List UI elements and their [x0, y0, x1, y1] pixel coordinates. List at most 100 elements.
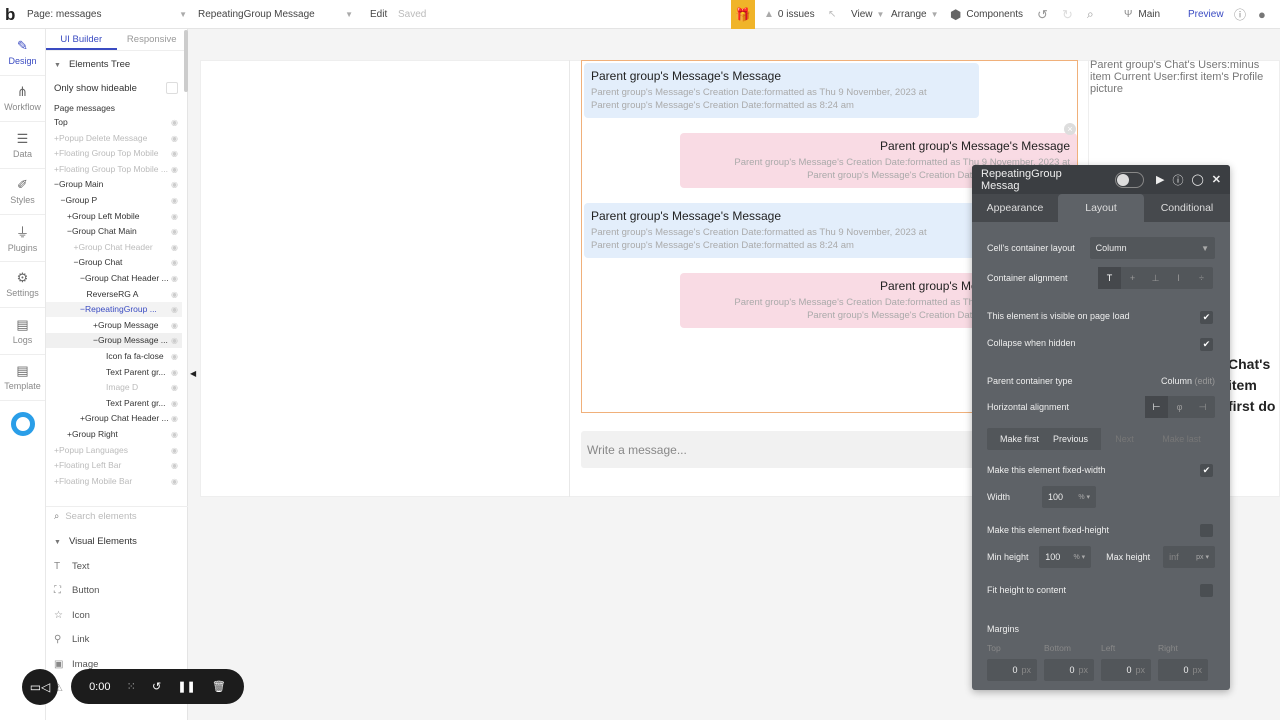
trash-icon[interactable]: 🗑 — [212, 680, 226, 693]
close-icon[interactable]: ✕ — [1212, 173, 1221, 186]
tree-item[interactable]: +Popup Delete Message ◉ — [46, 131, 182, 146]
align-hcenter-icon[interactable]: φ — [1168, 402, 1191, 412]
tree-item[interactable]: −Group Chat ◉ — [46, 255, 182, 270]
tab-conditional[interactable]: Conditional — [1144, 194, 1230, 222]
message-input[interactable]: Write a message... — [581, 431, 981, 468]
eye-icon[interactable]: ◉ — [171, 396, 178, 411]
tree-item[interactable]: +Group Message ◉ — [46, 318, 182, 333]
visual-element-button[interactable]: ⛶ Button — [46, 579, 188, 604]
min-height-input[interactable]: 100 % ▾ — [1039, 546, 1092, 568]
rail-workflow[interactable]: ⋔ Workflow — [0, 76, 45, 122]
rail-settings[interactable]: ⚙ Settings — [0, 262, 45, 308]
view-menu[interactable]: View ▼ — [851, 0, 884, 29]
tree-item[interactable]: +Group Left Mobile ◉ — [46, 209, 182, 224]
make-last-button[interactable]: Make last — [1162, 434, 1201, 444]
tree-item[interactable]: Text Parent gr... ◉ — [46, 365, 182, 380]
tree-item[interactable]: Image D ◉ — [46, 380, 182, 395]
tab-ui-builder[interactable]: UI Builder — [46, 29, 117, 50]
undo-icon[interactable]: ↺ — [1037, 0, 1048, 29]
eye-icon[interactable]: ◉ — [171, 443, 178, 458]
margin-input-top[interactable]: 0 px — [987, 659, 1037, 681]
eye-icon[interactable]: ◉ — [171, 209, 178, 224]
app-logo[interactable] — [0, 401, 45, 448]
tree-item[interactable]: +Group Chat Header ... ◉ — [46, 411, 182, 426]
tree-item[interactable]: −Group P ◉ — [46, 193, 182, 208]
gift-icon[interactable]: 🎁 — [731, 0, 755, 29]
eye-icon[interactable]: ◉ — [171, 333, 178, 348]
tree-item[interactable]: Text Parent gr... ◉ — [46, 396, 182, 411]
rail-data[interactable]: ☰ Data — [0, 122, 45, 169]
rail-logs[interactable]: ▤ Logs — [0, 308, 45, 355]
margin-input-left[interactable]: 0 px — [1101, 659, 1151, 681]
only-hideable-checkbox[interactable] — [166, 82, 178, 94]
tree-item[interactable]: +Floating Left Bar ◉ — [46, 458, 182, 473]
align-left-icon[interactable]: ⊢ — [1145, 396, 1168, 418]
cursor-icon[interactable]: ↖ — [828, 0, 836, 29]
tree-item[interactable]: Icon fa fa-close ◉ — [46, 349, 182, 364]
eye-icon[interactable]: ◉ — [171, 427, 178, 442]
min-unit-dropdown[interactable]: % ▾ — [1073, 553, 1085, 561]
make-first-button[interactable]: Make first — [1000, 434, 1039, 444]
eye-icon[interactable]: ◉ — [171, 349, 178, 364]
preview-button[interactable]: Preview — [1188, 0, 1224, 29]
info-icon[interactable]: ⓘ — [1172, 172, 1183, 188]
visible-checkbox[interactable]: ✔ — [1200, 311, 1213, 324]
message-bubble-left[interactable]: Parent group's Message's Message Parent g… — [584, 203, 979, 258]
tree-item[interactable]: −Group Message ... ◉ — [46, 333, 182, 349]
redo-icon[interactable]: ↻ — [1062, 0, 1073, 29]
tree-item[interactable]: −Group Chat Header ... ◉ — [46, 271, 182, 286]
align-right-icon[interactable]: ⊣ — [1191, 402, 1214, 413]
tree-item[interactable]: −Group Main ◉ — [46, 177, 182, 192]
previous-button[interactable]: Previous — [1053, 434, 1088, 444]
rail-plugins[interactable]: ⏚ Plugins — [0, 215, 45, 262]
play-icon[interactable]: ▶ — [1156, 173, 1164, 186]
align-bottom-icon[interactable]: ⊥ — [1144, 273, 1167, 284]
elements-tree-header[interactable]: ▼ Elements Tree — [54, 59, 130, 70]
bubble-logo[interactable]: b — [5, 0, 15, 29]
margin-input-right[interactable]: 0 px — [1158, 659, 1208, 681]
fixed-width-checkbox[interactable]: ✔ — [1200, 464, 1213, 477]
edit-link[interactable]: (edit) — [1194, 376, 1215, 386]
eye-icon[interactable]: ◉ — [171, 177, 178, 192]
arrange-menu[interactable]: Arrange ▼ — [891, 0, 939, 29]
eye-icon[interactable]: ◉ — [171, 302, 178, 317]
tree-item[interactable]: +Group Right ◉ — [46, 427, 182, 442]
visual-element-icon[interactable]: ☆ Icon — [46, 603, 188, 628]
eye-icon[interactable]: ◉ — [171, 115, 178, 130]
max-unit-dropdown[interactable]: px ▾ — [1196, 553, 1209, 561]
issues-button[interactable]: ▲ 0 issues — [764, 0, 815, 29]
grid-icon[interactable]: ⁙ — [127, 680, 136, 693]
tree-item[interactable]: ReverseRG A ◉ — [46, 287, 182, 302]
visual-elements-header[interactable]: ▼ Visual Elements — [54, 536, 137, 547]
collapse-panel-icon[interactable]: ◀ — [190, 369, 196, 378]
align-top-icon[interactable]: T — [1098, 267, 1121, 289]
align-center-icon[interactable]: + — [1121, 273, 1144, 283]
branch-button[interactable]: Ψ Main — [1124, 0, 1160, 29]
eye-icon[interactable]: ◉ — [171, 287, 178, 302]
message-bubble-left[interactable]: Parent group's Message's Message Parent g… — [584, 63, 979, 118]
visual-element-link[interactable]: ⚲ Link — [46, 628, 188, 653]
comment-icon[interactable]: ◯ — [1191, 173, 1203, 186]
eye-icon[interactable]: ◉ — [171, 318, 178, 333]
user-avatar-icon[interactable]: ● — [1258, 0, 1266, 29]
eye-icon[interactable]: ◉ — [171, 365, 178, 380]
edit-button[interactable]: Edit — [370, 0, 387, 29]
fit-height-checkbox[interactable] — [1200, 584, 1213, 597]
rail-styles[interactable]: ✐ Styles — [0, 169, 45, 215]
tree-item[interactable]: +Floating Group Top Mobile ... ◉ — [46, 162, 182, 177]
eye-icon[interactable]: ◉ — [171, 474, 178, 489]
eye-icon[interactable]: ◉ — [171, 131, 178, 146]
margin-input-bottom[interactable]: 0 px — [1044, 659, 1094, 681]
tab-responsive[interactable]: Responsive — [117, 29, 188, 50]
tree-item[interactable]: Top ◉ — [46, 115, 182, 130]
search-elements[interactable]: ⌕ Search elements — [54, 511, 137, 522]
close-icon[interactable]: × — [1064, 123, 1076, 135]
tree-item[interactable]: +Floating Group Top Mobile ◉ — [46, 146, 182, 161]
element-selector[interactable]: RepeatingGroup Message ▼ — [198, 0, 353, 29]
eye-icon[interactable]: ◉ — [171, 255, 178, 270]
search-icon[interactable]: ⌕ — [1087, 0, 1094, 29]
collapse-checkbox[interactable]: ✔ — [1200, 338, 1213, 351]
tree-scrollbar[interactable] — [184, 30, 188, 92]
eye-icon[interactable]: ◉ — [171, 224, 178, 239]
rail-design[interactable]: ✎ Design — [0, 29, 45, 76]
